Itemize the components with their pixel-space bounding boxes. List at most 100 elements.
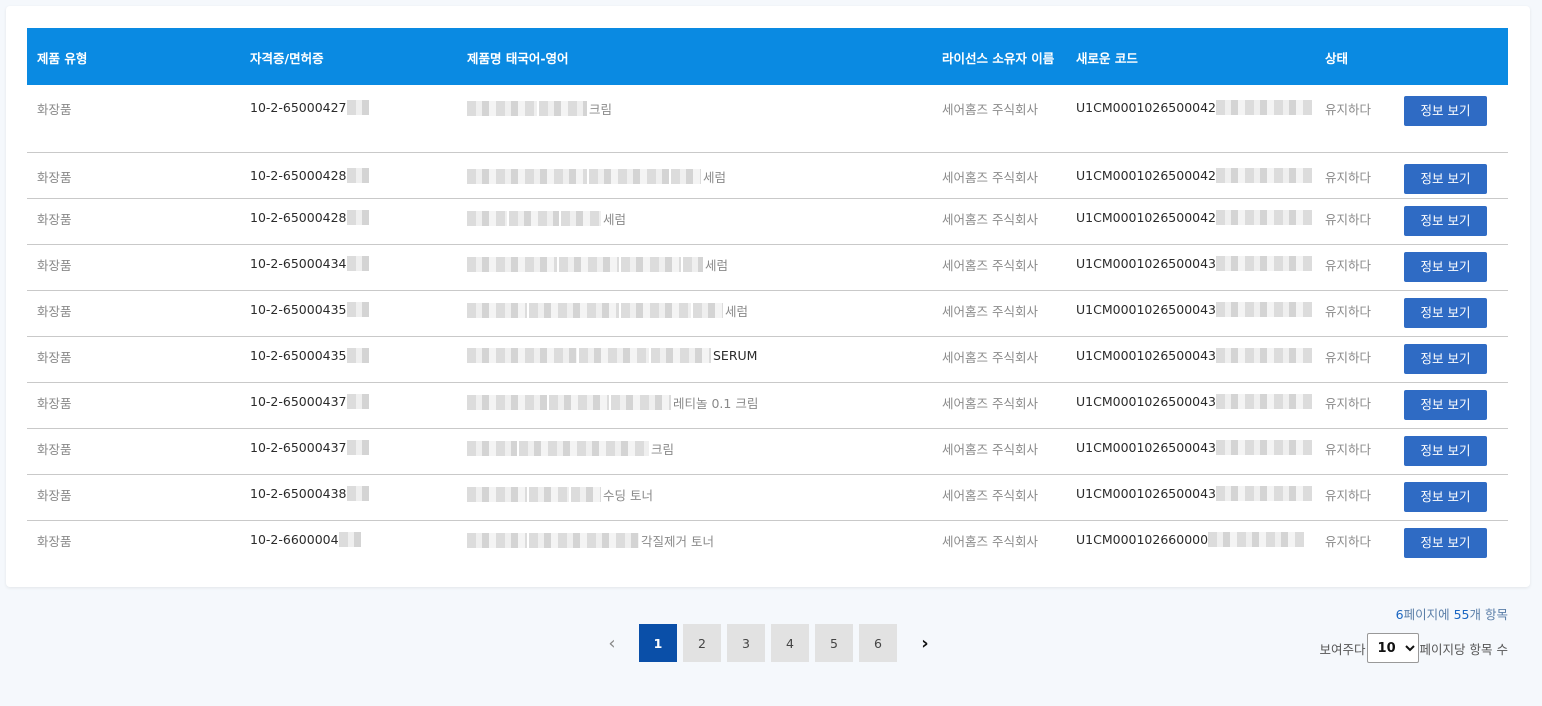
page-2-button[interactable]: 2 [683, 624, 721, 662]
cell-owner: 세어홈즈 주식회사 [932, 85, 1066, 152]
redacted-blur [671, 168, 701, 184]
items-per-page: 보여주다 10 페이지당 항목 수 [1320, 633, 1508, 663]
new-code-text: U1CM0001026500043 [1076, 255, 1217, 271]
owner-text: 세어홈즈 주식회사 [942, 441, 1038, 457]
cell-license: 10-2-65000428 [240, 198, 457, 244]
product-type-text: 화장품 [37, 169, 72, 185]
status-text: 유지하다 [1325, 533, 1372, 549]
page-5-button[interactable]: 5 [815, 624, 853, 662]
view-info-button[interactable]: 정보 보기 [1404, 163, 1487, 194]
redacted-blur [346, 301, 369, 317]
table-row: 화장품 10-2-65000428 세럼 세어홈즈 주식회사 U1CM000102650… [27, 198, 1508, 244]
redacted-blur [561, 210, 601, 226]
redacted-blur [467, 440, 517, 456]
view-info-button[interactable]: 정보 보기 [1404, 343, 1487, 374]
cell-actions: 정보 보기 [1402, 382, 1508, 428]
redacted-blur [346, 167, 369, 183]
page-6-button[interactable]: 6 [859, 624, 897, 662]
cell-actions: 정보 보기 [1402, 244, 1508, 290]
cell-owner: 세어홈즈 주식회사 [932, 244, 1066, 290]
redacted-blur [529, 302, 619, 318]
cell-product-type: 화장품 [27, 428, 240, 474]
redacted-blur [559, 256, 619, 272]
product-type-text: 화장품 [37, 102, 72, 117]
header-new-code: 새로운 코드 [1076, 51, 1138, 66]
owner-text: 세어홈즈 주식회사 [942, 303, 1038, 319]
next-page-icon[interactable]: › [911, 624, 939, 662]
cell-actions: 정보 보기 [1402, 474, 1508, 520]
view-info-button[interactable]: 정보 보기 [1404, 297, 1487, 328]
cell-new-code: U1CM0001026500043 [1066, 382, 1315, 428]
view-info-button[interactable]: 정보 보기 [1404, 389, 1487, 420]
redacted-blur [467, 532, 527, 548]
cell-product-type: 화장품 [27, 244, 240, 290]
page-1-button[interactable]: 1 [639, 624, 677, 662]
product-name-text: 각질제거 토너 [641, 533, 714, 549]
cell-actions: 정보 보기 [1402, 152, 1508, 198]
redacted-blur [579, 347, 649, 363]
redacted-blur [467, 486, 527, 502]
cell-status: 유지하다 [1315, 152, 1402, 198]
view-info-button[interactable]: 정보 보기 [1404, 435, 1487, 466]
product-name-text: 세럼 [703, 169, 727, 185]
redacted-blur [346, 100, 369, 115]
view-info-button[interactable]: 정보 보기 [1404, 96, 1487, 126]
page-3-button[interactable]: 3 [727, 624, 765, 662]
cell-license: 10-2-6600004 [240, 520, 457, 566]
status-text: 유지하다 [1325, 102, 1372, 117]
per-page-select[interactable]: 10 [1366, 633, 1419, 663]
license-text: 10-2-65000438 [250, 485, 347, 501]
page-list: 123456 [639, 624, 903, 662]
cell-new-code: U1CM000102660000 [1066, 520, 1315, 566]
redacted-blur [519, 440, 649, 456]
redacted-blur [346, 255, 369, 271]
new-code-text: U1CM0001026500043 [1076, 485, 1217, 501]
cell-status: 유지하다 [1315, 336, 1402, 382]
cell-license: 10-2-65000438 [240, 474, 457, 520]
cell-product-type: 화장품 [27, 85, 240, 152]
cell-status: 유지하다 [1315, 198, 1402, 244]
redacted-blur [1216, 301, 1313, 317]
product-name-text: 세럼 [603, 211, 627, 227]
cell-new-code: U1CM0001026500042 [1066, 85, 1315, 152]
table-row: 화장품 10-2-65000428 세럼 세어홈즈 주식회사 U1CM000102650… [27, 152, 1508, 198]
redacted-blur [346, 485, 369, 501]
cell-product-name: 수딩 토너 [457, 474, 932, 520]
redacted-blur [338, 531, 361, 547]
product-type-text: 화장품 [37, 257, 72, 273]
redacted-blur [1216, 167, 1313, 183]
redacted-blur [346, 209, 369, 225]
prev-page-icon[interactable]: ‹ [598, 624, 626, 662]
cell-owner: 세어홈즈 주식회사 [932, 428, 1066, 474]
cell-status: 유지하다 [1315, 382, 1402, 428]
view-info-button[interactable]: 정보 보기 [1404, 251, 1487, 282]
product-type-text: 화장품 [37, 211, 72, 227]
view-info-button[interactable]: 정보 보기 [1404, 205, 1487, 236]
product-name-text: 크림 [589, 102, 613, 117]
pagination: ‹ 123456 › [598, 624, 939, 662]
item-count: 55 [1453, 607, 1470, 622]
page-4-button[interactable]: 4 [771, 624, 809, 662]
cell-license: 10-2-65000435 [240, 336, 457, 382]
cell-status: 유지하다 [1315, 244, 1402, 290]
cell-new-code: U1CM0001026500043 [1066, 336, 1315, 382]
header-product-type: 제품 유형 [37, 51, 88, 66]
product-name-text: 크림 [651, 441, 675, 457]
license-text: 10-2-65000437 [250, 439, 347, 455]
cell-product-name: 세럼 [457, 290, 932, 336]
product-name-text: 세럼 [705, 257, 729, 273]
view-info-button[interactable]: 정보 보기 [1404, 481, 1487, 512]
redacted-blur [346, 393, 369, 409]
new-code-text: U1CM000102660000 [1076, 531, 1209, 547]
redacted-blur [529, 532, 639, 548]
cell-product-name: 세럼 [457, 244, 932, 290]
header-owner-name: 라이선스 소유자 이름 [942, 51, 1055, 66]
redacted-blur [611, 394, 671, 410]
redacted-blur [1216, 209, 1313, 225]
header-status: 상태 [1325, 51, 1349, 66]
owner-text: 세어홈즈 주식회사 [942, 395, 1038, 411]
license-table: 제품 유형 자격증/면허증 제품명 태국어-영어 라이선스 소유자 이름 새로운… [27, 28, 1508, 566]
view-info-button[interactable]: 정보 보기 [1404, 527, 1487, 558]
status-text: 유지하다 [1325, 349, 1372, 365]
cell-status: 유지하다 [1315, 520, 1402, 566]
